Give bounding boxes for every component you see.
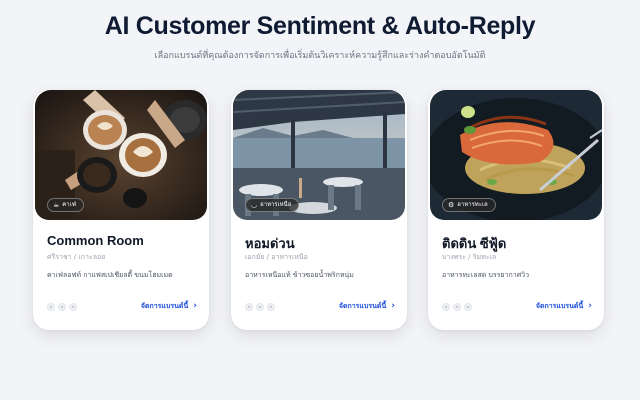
category-badge-label: คาเฟ่ [62,201,76,208]
brand-name: Common Room [47,233,144,248]
fish-icon: ⚙ [448,201,455,209]
brand-description: คาเฟ่ลอฟท์ กาแฟสเปเชียลตี้ ขนมโฮมเมด [47,271,173,279]
avatar [47,303,55,311]
brand-location: เอกมัย / อาหารเหนือ [245,253,308,261]
manage-brand-link[interactable]: จัดการแบรนด์นี้ › [339,301,395,312]
brand-description: อาหารเหนือแท้ ข้าวซอยน้ำพริกหนุ่ม [245,271,354,279]
avatar-placeholders [245,303,275,311]
avatar [464,303,472,311]
avatar [245,303,253,311]
avatar [442,303,450,311]
bowl-icon: ◡ [251,201,258,209]
brand-location: บางพระ / ริมทะเล [442,253,497,261]
page-title: AI Customer Sentiment & Auto-Reply [104,12,536,40]
brand-description: อาหารทะเลสด บรรยากาศวิว [442,271,530,279]
category-badge: ◡ อาหารเหนือ [245,198,300,212]
page-subtitle: เลือกแบรนด์ที่คุณต้องการจัดการเพื่อเริ่ม… [154,51,486,61]
manage-brand-link[interactable]: จัดการแบรนด์นี้ › [536,301,592,312]
chevron-right-icon: › [391,301,395,311]
brand-name: ติดดิน ซีฟู้ด [442,236,507,251]
manage-brand-label: จัดการแบรนด์นี้ [140,302,189,310]
avatar-placeholders [47,303,77,311]
avatar-placeholders [442,303,472,311]
avatar [256,303,264,311]
category-badge-label: อาหารเหนือ [260,201,292,208]
avatar [453,303,461,311]
brand-location: ศรีราชา / เกาะลอย [47,253,106,261]
manage-brand-link[interactable]: จัดการแบรนด์นี้ › [141,301,197,312]
avatar [69,303,77,311]
manage-brand-label: จัดการแบรนด์นี้ [535,302,584,310]
avatar [58,303,66,311]
brand-name: หอมด่วน [245,236,295,251]
avatar [267,303,275,311]
brand-card-tid-din-seafood[interactable]: ⚙ อาหารทะเล ติดดิน ซีฟู้ด บางพระ / ริมทะ… [428,90,604,330]
manage-brand-label: จัดการแบรนด์นี้ [338,302,387,310]
chevron-right-icon: › [193,301,197,311]
brand-selection-page: AI Customer Sentiment & Auto-Reply เลือก… [0,0,640,400]
brand-card-hom-duan[interactable]: ◡ อาหารเหนือ หอมด่วน เอกมัย / อาหารเหนือ… [231,90,407,330]
category-badge-label: อาหารทะเล [457,201,488,208]
category-badge: ⚙ อาหารทะเล [442,198,496,212]
category-badge: ☕ คาเฟ่ [47,198,84,212]
brand-card-common-room[interactable]: ☕ คาเฟ่ Common Room ศรีราชา / เกาะลอย คา… [33,90,209,330]
coffee-cup-icon: ☕ [53,201,60,209]
chevron-right-icon: › [588,301,592,311]
